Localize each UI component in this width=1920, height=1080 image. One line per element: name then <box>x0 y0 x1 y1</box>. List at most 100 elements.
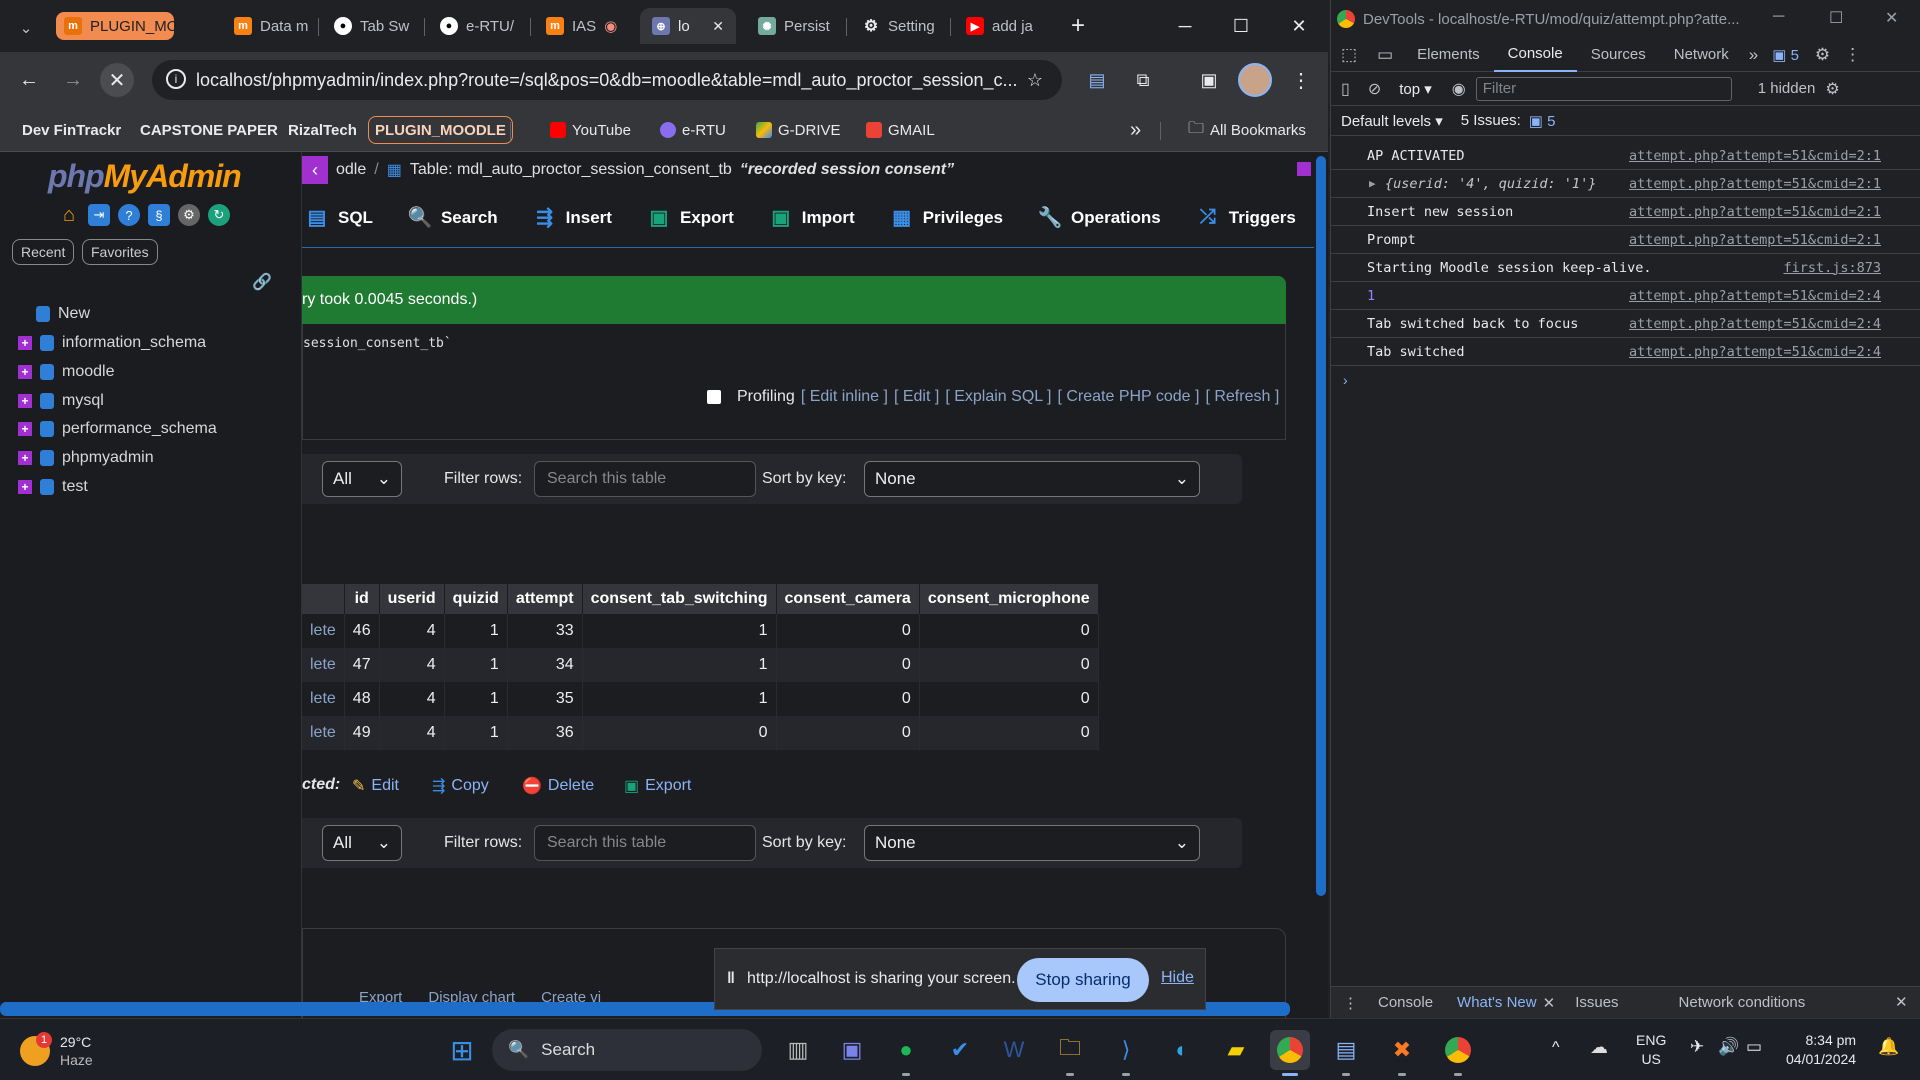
db-item-phpmyadmin[interactable]: + phpmyadmin <box>18 445 154 471</box>
collapse-nav-icon[interactable]: ‹ <box>302 156 328 184</box>
puzzle-icon[interactable]: ⧉ <box>1126 63 1160 97</box>
column-header[interactable]: userid <box>379 584 445 614</box>
reload-icon[interactable]: ↻ <box>208 204 230 226</box>
tab-operations[interactable]: 🔧 Operations <box>1021 188 1179 248</box>
close-window-icon[interactable]: ✕ <box>1276 10 1322 42</box>
db-item-mysql[interactable]: + mysql <box>18 388 104 414</box>
tab-search[interactable]: 🔍 Search <box>391 188 516 248</box>
expand-icon[interactable]: + <box>18 394 32 408</box>
close-tab-icon[interactable]: ✕ <box>1543 994 1564 1012</box>
home-icon[interactable]: ⌂ <box>58 204 80 226</box>
site-info-icon[interactable]: i <box>166 69 186 89</box>
tab-export[interactable]: ▣ Export <box>630 188 752 248</box>
drawer-tab-issues[interactable]: Issues <box>1563 994 1630 1011</box>
xampp-icon[interactable]: ✖ <box>1382 1030 1422 1070</box>
db-item-information-schema[interactable]: + information_schema <box>18 330 206 356</box>
source-link[interactable]: attempt.php?attempt=51&cmid=2:4 <box>1629 316 1881 332</box>
issues-counter[interactable]: ▣ 5 <box>1529 112 1556 130</box>
source-link[interactable]: attempt.php?attempt=51&cmid=2:1 <box>1629 176 1881 192</box>
tab-data[interactable]: m Data m <box>222 8 314 44</box>
expand-triangle-icon[interactable]: ▶ <box>1369 177 1376 190</box>
bookmark-gdrive[interactable]: G-DRIVE <box>750 116 847 144</box>
address-bar[interactable]: i localhost/phpmyadmin/index.php?route=/… <box>152 60 1062 100</box>
link-icon[interactable]: 🔗 <box>252 272 272 292</box>
close-drawer-icon[interactable]: ✕ <box>1895 993 1908 1011</box>
sort-by-key-select[interactable]: None ⌄ <box>864 461 1200 497</box>
source-link[interactable]: attempt.php?attempt=51&cmid=2:1 <box>1629 148 1881 164</box>
maximize-icon[interactable]: ☐ <box>1829 8 1843 28</box>
tab-sql[interactable]: ▤ SQL <box>302 188 391 248</box>
delete-row-link[interactable]: lete <box>302 682 345 716</box>
weather-widget[interactable]: 1 29°C Haze <box>20 1029 190 1073</box>
profiling-checkbox[interactable] <box>707 390 721 404</box>
menu-kebab-icon[interactable]: ⋮ <box>1284 63 1318 97</box>
logout-icon[interactable]: ⇥ <box>88 204 110 226</box>
console-prompt-icon[interactable]: › <box>1343 372 1348 388</box>
settings-gear-icon[interactable]: ⚙ <box>178 204 200 226</box>
column-header[interactable]: quizid <box>444 584 508 614</box>
bookmark-youtube[interactable]: YouTube <box>544 116 637 144</box>
profile-avatar[interactable] <box>1238 63 1272 97</box>
all-bookmarks-folder[interactable]: 🗀 All Bookmarks <box>1182 116 1312 144</box>
tab-settings[interactable]: ⚙ Setting <box>850 8 948 44</box>
tab-import[interactable]: ▣ Import <box>752 188 873 248</box>
source-link[interactable]: attempt.php?attempt=51&cmid=2:1 <box>1629 204 1881 220</box>
task-view-icon[interactable]: ▥ <box>778 1030 818 1070</box>
show-rows-select[interactable]: All ⌄ <box>322 461 402 497</box>
filter-rows-input[interactable]: Search this table <box>534 825 756 861</box>
teams-chat-icon[interactable]: ▣ <box>832 1030 872 1070</box>
source-link[interactable]: attempt.php?attempt=51&cmid=2:4 <box>1629 344 1881 360</box>
bookmark-dev-fintrackr[interactable]: Dev FinTrackr <box>16 116 127 144</box>
sort-by-key-select[interactable]: None ⌄ <box>864 825 1200 861</box>
close-window-icon[interactable]: ✕ <box>1885 8 1898 28</box>
drawer-tab-console[interactable]: Console <box>1366 994 1445 1011</box>
hide-link[interactable]: Hide <box>1161 969 1194 987</box>
delete-row-link[interactable]: lete <box>302 716 345 750</box>
phpmyadmin-logo[interactable]: phpMyAdmin <box>48 158 242 195</box>
tab-elements[interactable]: Elements <box>1403 38 1494 72</box>
maximize-icon[interactable]: ☐ <box>1218 10 1264 42</box>
tab-network[interactable]: Network <box>1660 38 1743 72</box>
tab-ias[interactable]: m IAS ◉ <box>534 8 630 44</box>
eye-icon[interactable]: ◉ <box>1442 79 1476 99</box>
source-link[interactable]: attempt.php?attempt=51&cmid=2:1 <box>1629 232 1881 248</box>
tab-console[interactable]: Console <box>1493 38 1577 72</box>
db-item-new[interactable]: New <box>36 301 90 327</box>
chrome-icon[interactable] <box>1270 1030 1310 1070</box>
console-filter-input[interactable]: Filter <box>1475 76 1732 101</box>
tab-triggers[interactable]: ⤮ Triggers <box>1179 188 1314 248</box>
show-rows-select[interactable]: All ⌄ <box>322 825 402 861</box>
edge-icon[interactable]: ◐ <box>1162 1030 1202 1070</box>
bookmark-gmail[interactable]: GMAIL <box>860 116 941 144</box>
tab-persist[interactable]: ✺ Persist <box>746 8 844 44</box>
tab-search-button[interactable]: ⌄ <box>6 10 46 46</box>
close-tab-icon[interactable]: ✕ <box>712 18 724 35</box>
minimize-icon[interactable]: ─ <box>1773 8 1784 26</box>
tab-localhost-active[interactable]: ⊕ lo ✕ <box>640 8 736 44</box>
drawer-tab-network-conditions[interactable]: Network conditions <box>1631 994 1818 1011</box>
expand-icon[interactable]: + <box>18 480 32 494</box>
expand-icon[interactable]: + <box>18 451 32 465</box>
stop-sharing-button[interactable]: Stop sharing <box>1017 958 1149 1002</box>
volume-icon[interactable]: 🔊 <box>1718 1037 1739 1057</box>
breadcrumb-table[interactable]: Table: mdl_auto_proctor_session_consent_… <box>410 161 732 179</box>
tab-insert[interactable]: ⇶ Insert <box>516 188 630 248</box>
inspect-element-icon[interactable]: ⬚ <box>1331 45 1367 65</box>
db-item-test[interactable]: + test <box>18 474 88 500</box>
bulk-delete-button[interactable]: ⛔ Delete <box>522 776 594 796</box>
bulk-edit-button[interactable]: ✎ Edit <box>352 776 399 796</box>
bookmark-rizaltech[interactable]: RizalTech <box>282 116 363 144</box>
bookmark-capstone-paper[interactable]: CAPSTONE PAPER <box>134 116 284 144</box>
refresh-link[interactable]: [ Refresh ] <box>1205 388 1279 406</box>
settings-gear-icon[interactable]: ⚙ <box>1807 45 1838 65</box>
expand-icon[interactable]: + <box>18 365 32 379</box>
back-arrow-icon[interactable]: ← <box>12 63 46 97</box>
bookmark-ertu[interactable]: e-RTU <box>654 116 732 144</box>
edit-link[interactable]: [ Edit ] <box>894 388 939 406</box>
spotify-icon[interactable]: ● <box>886 1030 926 1070</box>
sidebar-toggle-icon[interactable]: ▯ <box>1331 79 1360 99</box>
recent-button[interactable]: Recent <box>12 239 75 265</box>
bookmark-plugin-moodle[interactable]: PLUGIN_MOODLE <box>368 116 513 144</box>
column-header[interactable]: consent_camera <box>776 584 920 614</box>
db-item-performance-schema[interactable]: + performance_schema <box>18 416 217 442</box>
